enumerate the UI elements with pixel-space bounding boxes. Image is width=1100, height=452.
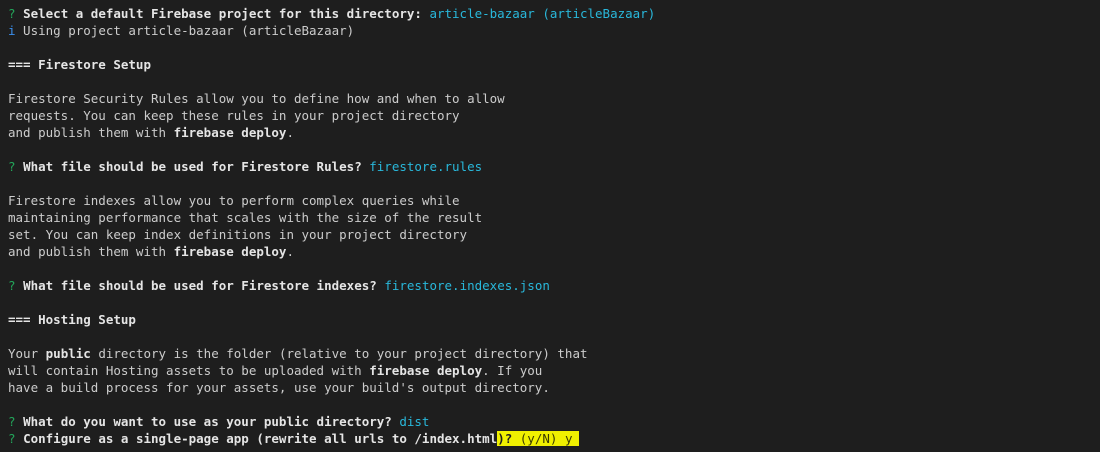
section-heading-text: === Hosting Setup xyxy=(8,312,136,327)
answer-text: firestore.rules xyxy=(369,159,483,174)
output-line: requests. You can keep these rules in yo… xyxy=(8,107,1100,124)
spa-question-line[interactable]: ? Configure as a single-page app (rewrit… xyxy=(8,430,1100,447)
text-cursor xyxy=(572,431,580,446)
question-mark: ? xyxy=(8,414,16,429)
output-text: have a build process for your assets, us… xyxy=(8,380,550,395)
highlighted-question-tail: )? xyxy=(497,431,513,446)
rules-file-question-line: ? What file should be used for Firestore… xyxy=(8,158,1100,175)
output-text: Firestore Security Rules allow you to de… xyxy=(8,91,505,106)
public-dir-question-line: ? What do you want to use as your public… xyxy=(8,413,1100,430)
output-text: requests. You can keep these rules in yo… xyxy=(8,108,460,123)
question-mark: ? xyxy=(8,278,16,293)
terminal-window[interactable]: ? Select a default Firebase project for … xyxy=(0,0,1100,452)
question-text: What do you want to use as your public d… xyxy=(23,414,392,429)
output-text: maintaining performance that scales with… xyxy=(8,210,483,225)
output-line: have a build process for your assets, us… xyxy=(8,379,1100,396)
answer-text: firestore.indexes.json xyxy=(384,278,550,293)
project-select-line: ? Select a default Firebase project for … xyxy=(8,5,1100,22)
section-heading-hosting: === Hosting Setup xyxy=(8,311,1100,328)
output-text: directory is the folder (relative to you… xyxy=(90,346,588,361)
output-line: and publish them with firebase deploy. xyxy=(8,124,1100,141)
typed-input[interactable]: y xyxy=(564,431,573,446)
output-text: and publish them with xyxy=(8,244,174,259)
output-text: Your xyxy=(8,346,46,361)
output-text: Firestore indexes allow you to perform c… xyxy=(8,193,460,208)
output-text: and publish them with xyxy=(8,125,174,140)
command-text: firebase deploy xyxy=(369,363,483,378)
answer-text: dist xyxy=(399,414,430,429)
info-text: Using project article-bazaar (articleBaz… xyxy=(15,23,355,38)
output-line: will contain Hosting assets to be upload… xyxy=(8,362,1100,379)
yes-no-hint: (y/N) xyxy=(512,431,565,446)
info-icon: i xyxy=(8,23,16,38)
section-heading-text: === Firestore Setup xyxy=(8,57,151,72)
output-line: Your public directory is the folder (rel… xyxy=(8,345,1100,362)
output-text: . xyxy=(286,244,294,259)
question-mark: ? xyxy=(8,6,16,21)
question-mark: ? xyxy=(8,431,16,446)
output-line: Firestore indexes allow you to perform c… xyxy=(8,192,1100,209)
output-text: . If you xyxy=(482,363,543,378)
section-heading-firestore: === Firestore Setup xyxy=(8,56,1100,73)
output-text: will contain Hosting assets to be upload… xyxy=(8,363,370,378)
output-text: . xyxy=(286,125,294,140)
question-text: Select a default Firebase project for th… xyxy=(23,6,422,21)
keyword-text: public xyxy=(45,346,91,361)
using-project-line: i Using project article-bazaar (articleB… xyxy=(8,22,1100,39)
indexes-file-question-line: ? What file should be used for Firestore… xyxy=(8,277,1100,294)
question-text: What file should be used for Firestore R… xyxy=(23,159,362,174)
answer-text: article-bazaar (articleBazaar) xyxy=(429,6,656,21)
question-text: What file should be used for Firestore i… xyxy=(23,278,377,293)
command-text: firebase deploy xyxy=(173,125,287,140)
output-line: set. You can keep index definitions in y… xyxy=(8,226,1100,243)
question-text: Configure as a single-page app (rewrite … xyxy=(23,431,498,446)
output-line: and publish them with firebase deploy. xyxy=(8,243,1100,260)
question-mark: ? xyxy=(8,159,16,174)
output-line: Firestore Security Rules allow you to de… xyxy=(8,90,1100,107)
output-line: maintaining performance that scales with… xyxy=(8,209,1100,226)
output-text: set. You can keep index definitions in y… xyxy=(8,227,468,242)
command-text: firebase deploy xyxy=(173,244,287,259)
